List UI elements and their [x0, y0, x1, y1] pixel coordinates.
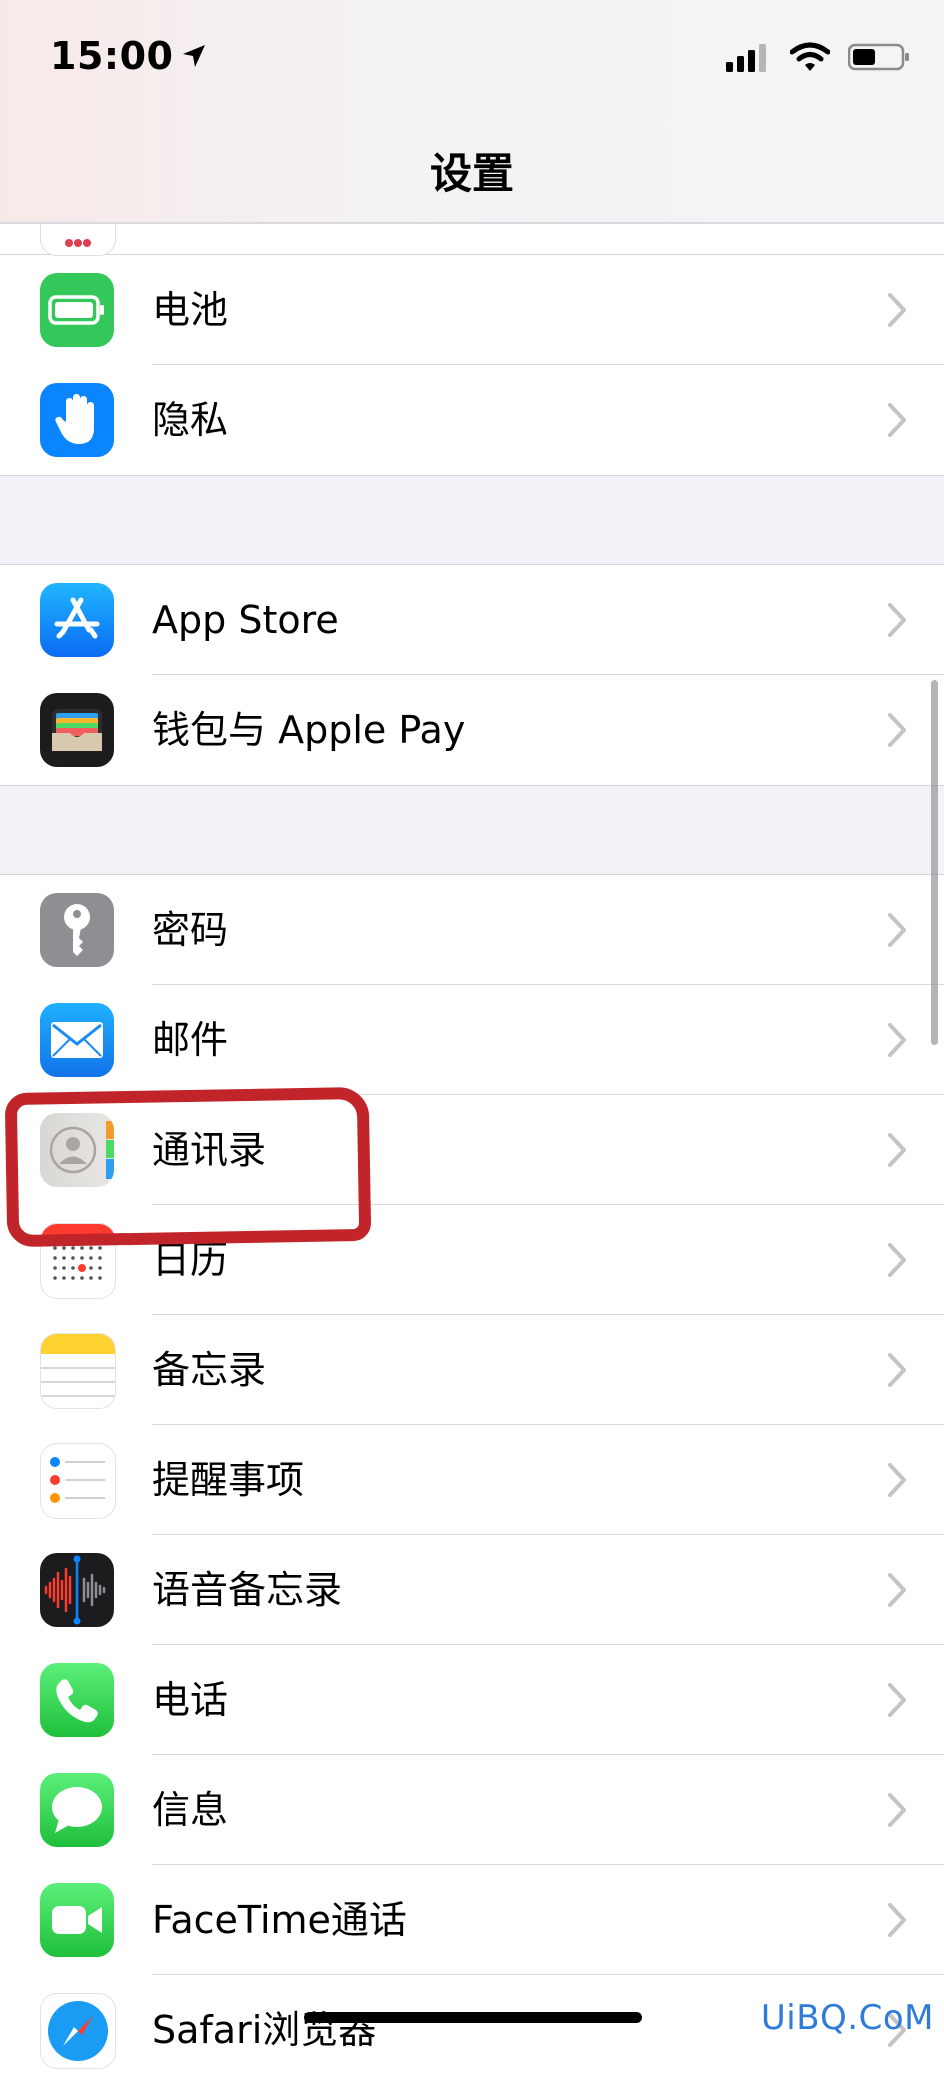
settings-row-wallet[interactable]: 钱包与 Apple Pay [0, 675, 944, 785]
chevron-right-icon [888, 403, 906, 437]
chevron-right-icon [888, 913, 906, 947]
settings-row-label: 电池 [152, 288, 229, 332]
hand-privacy-icon [40, 383, 114, 457]
app-store-icon [40, 583, 114, 657]
settings-row-phone[interactable]: 电话 [0, 1645, 944, 1755]
settings-row-label: 钱包与 Apple Pay [152, 708, 466, 752]
settings-row-battery[interactable]: 电池 [0, 255, 944, 365]
chevron-right-icon [888, 1683, 906, 1717]
chevron-right-icon [888, 293, 906, 327]
settings-row-voice-memos[interactable]: 语音备忘录 [0, 1535, 944, 1645]
settings-row-label: 提醒事项 [152, 1458, 305, 1502]
watermark: UiBQ.CoM [760, 1998, 934, 2038]
key-icon [40, 893, 114, 967]
settings-list[interactable]: 电池 隐私 App Store 钱包与 Apple Pay 密码 邮件 通讯录 … [0, 180, 944, 2085]
phone-icon [40, 1663, 114, 1737]
settings-row-mail[interactable]: 邮件 [0, 985, 944, 1095]
scrollbar[interactable] [931, 680, 938, 1045]
group-gap [0, 476, 944, 564]
mail-icon [40, 1003, 114, 1077]
settings-row-facetime[interactable]: FaceTime通话 [0, 1865, 944, 1975]
settings-row-reminders[interactable]: 提醒事项 [0, 1425, 944, 1535]
settings-row-label: 备忘录 [152, 1348, 267, 1392]
partial-row [0, 180, 944, 256]
settings-row-messages[interactable]: 信息 [0, 1755, 944, 1865]
settings-row-label: FaceTime通话 [152, 1898, 407, 1942]
settings-row-label: 密码 [152, 908, 229, 952]
settings-row-label: 邮件 [152, 1018, 229, 1062]
settings-row-label: 信息 [152, 1788, 229, 1832]
safari-icon [40, 1993, 116, 2069]
settings-row-passwords[interactable]: 密码 [0, 875, 944, 985]
navigation-header: 15:00 设置 [0, 0, 944, 224]
contacts-icon [40, 1113, 114, 1187]
settings-row-privacy[interactable]: 隐私 [0, 365, 944, 475]
chevron-right-icon [888, 713, 906, 747]
group-gap [0, 786, 944, 874]
chevron-right-icon [888, 1463, 906, 1497]
reminders-icon [40, 1443, 116, 1519]
settings-row-app-store[interactable]: App Store [0, 565, 944, 675]
calendar-icon [40, 1223, 116, 1299]
chevron-right-icon [888, 603, 906, 637]
voice-memos-icon [40, 1553, 114, 1627]
page-title: 设置 [429, 149, 514, 198]
location-arrow-icon [183, 45, 206, 67]
settings-row-label: App Store [152, 598, 339, 642]
settings-row-calendar[interactable]: 日历 [0, 1205, 944, 1315]
chevron-right-icon [888, 1243, 906, 1277]
settings-row-notes[interactable]: 备忘录 [0, 1315, 944, 1425]
chevron-right-icon [888, 1793, 906, 1827]
settings-row-label: 隐私 [152, 398, 229, 442]
chevron-right-icon [888, 1353, 906, 1387]
settings-group-store-wallet: App Store 钱包与 Apple Pay [0, 564, 944, 786]
chevron-right-icon [888, 1133, 906, 1167]
chevron-right-icon [888, 1903, 906, 1937]
messages-icon [40, 1773, 114, 1847]
settings-row-label: 日历 [152, 1238, 229, 1282]
settings-group-apps: 密码 邮件 通讯录 日历 备忘录 提醒事项 语音备忘录 电话 信息 FaceTi… [0, 874, 944, 2085]
notes-icon [40, 1333, 116, 1409]
time-label: 15:00 [50, 34, 174, 78]
settings-row-label: 电话 [152, 1678, 229, 1722]
settings-row-contacts[interactable]: 通讯录 [0, 1095, 944, 1205]
wifi-icon [790, 42, 830, 71]
chevron-right-icon [888, 1023, 906, 1057]
chevron-right-icon [888, 1573, 906, 1607]
settings-row-label: 通讯录 [152, 1128, 267, 1172]
settings-group-battery-privacy: 电池 隐私 [0, 255, 944, 476]
facetime-icon [40, 1883, 114, 1957]
signal-icon [726, 44, 766, 72]
status-time: 15:00 [50, 34, 207, 78]
wallet-icon [40, 693, 114, 767]
settings-row-label: 语音备忘录 [152, 1568, 343, 1612]
settings-row-label: Safari浏览器 [152, 2008, 377, 2052]
battery-status-icon [848, 43, 909, 71]
home-indicator[interactable] [304, 2012, 642, 2023]
battery-icon [40, 273, 114, 347]
status-indicators [726, 42, 910, 72]
